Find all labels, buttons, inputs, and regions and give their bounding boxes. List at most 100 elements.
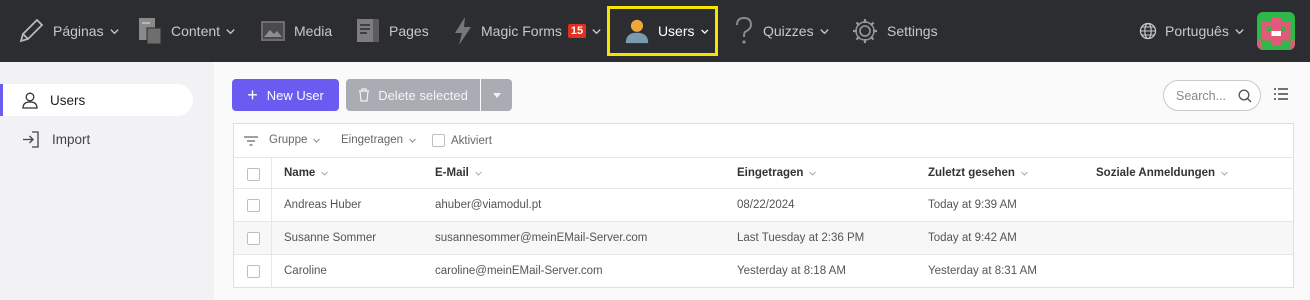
user-outline-icon (22, 92, 38, 109)
delete-selected-button[interactable]: Delete selected (346, 79, 480, 111)
column-header-soziale-anmeldungen[interactable]: Soziale Anmeldungen (1096, 167, 1229, 179)
media-icon (261, 21, 285, 41)
filter-icon (244, 136, 258, 146)
chevron-down-icon (409, 138, 416, 143)
sidebar-item-label: Users (50, 92, 86, 108)
nav-item-paginas[interactable]: Páginas (17, 0, 120, 62)
table-row[interactable]: Andreas Huber ahuber@viamodul.pt 08/22/2… (234, 189, 1293, 222)
cell-email: caroline@meinEMail-Server.com (435, 265, 603, 277)
chevron-down-icon (592, 28, 601, 34)
chevron-down-icon (809, 171, 817, 176)
sidebar-item-users[interactable]: Users (0, 84, 193, 116)
nav-label: Quizzes (763, 23, 814, 39)
chevron-down-icon (109, 28, 119, 34)
caret-down-icon (492, 92, 501, 98)
chevron-down-icon (819, 28, 829, 34)
sidebar: Users Import (0, 62, 214, 300)
select-all-checkbox[interactable] (247, 168, 260, 184)
column-label: Zuletzt gesehen (928, 167, 1015, 179)
cell-last-seen: Today at 9:42 AM (928, 232, 1017, 244)
nav-item-quizzes[interactable]: Quizzes (733, 0, 830, 62)
cell-last-seen: Today at 9:39 AM (928, 199, 1017, 211)
cell-registered: Yesterday at 8:18 AM (737, 265, 846, 277)
chevron-down-icon (226, 28, 235, 34)
filter-label: Aktiviert (451, 134, 492, 147)
filter-label: Eingetragen (341, 134, 404, 146)
table-row[interactable]: Caroline caroline@meinEMail-Server.com Y… (234, 255, 1293, 288)
user-icon (625, 19, 649, 44)
aktiviert-checkbox[interactable] (432, 134, 445, 147)
nav-label: Media (294, 23, 333, 39)
filter-bar: Gruppe Eingetragen Aktiviert (234, 124, 1293, 158)
gear-icon (853, 19, 877, 43)
column-header-name[interactable]: Name (284, 167, 329, 179)
table-row[interactable]: Susanne Sommer susannesommer@meinEMail-S… (234, 222, 1293, 255)
chevron-down-icon (321, 171, 329, 176)
avatar[interactable] (1257, 12, 1295, 50)
column-header-email[interactable]: E-Mail (435, 167, 483, 179)
cell-registered: 08/22/2024 (737, 199, 795, 211)
import-icon (23, 130, 39, 148)
content-icon (139, 18, 162, 45)
row-checkbox[interactable] (247, 232, 260, 248)
column-label: E-Mail (435, 167, 469, 179)
top-navigation: Páginas Content Media Pages Magic Forms … (0, 0, 1310, 62)
nav-label: Magic Forms (481, 23, 562, 39)
plus-icon: + (247, 85, 258, 105)
nav-label: Páginas (53, 23, 104, 39)
nav-item-settings[interactable]: Settings (851, 0, 938, 62)
cell-email: ahuber@viamodul.pt (435, 199, 542, 211)
trash-icon (359, 88, 370, 102)
cell-name: Susanne Sommer (284, 232, 377, 244)
cell-name: Andreas Huber (284, 199, 362, 211)
sidebar-item-import[interactable]: Import (0, 123, 193, 155)
nav-label: Pages (389, 23, 429, 39)
cell-email: susannesommer@meinEMail-Server.com (435, 232, 648, 244)
nav-label: Content (171, 23, 221, 39)
filter-aktiviert[interactable]: Aktiviert (432, 134, 492, 147)
nav-item-pages[interactable]: Pages (355, 0, 429, 62)
pages-icon (357, 19, 379, 42)
nav-label: Settings (887, 23, 938, 39)
nav-item-users[interactable]: Users (607, 6, 718, 56)
nav-label: Users (657, 23, 695, 39)
cell-registered: Last Tuesday at 2:36 PM (737, 232, 865, 244)
filter-gruppe[interactable]: Gruppe (269, 134, 321, 146)
list-view-icon[interactable] (1274, 88, 1288, 100)
users-table: Gruppe Eingetragen Aktiviert Name E-Mail (233, 123, 1294, 288)
column-header-zuletzt-gesehen[interactable]: Zuletzt gesehen (928, 167, 1029, 179)
new-user-label: New User (266, 87, 324, 103)
new-user-button[interactable]: + New User (232, 79, 339, 111)
sidebar-item-label: Import (52, 131, 91, 147)
nav-item-magic-forms[interactable]: Magic Forms 15 (453, 0, 602, 62)
delete-options-dropdown[interactable] (481, 79, 512, 111)
row-checkbox[interactable] (247, 265, 260, 281)
row-checkbox[interactable] (247, 199, 260, 215)
column-header-eingetragen[interactable]: Eingetragen (737, 167, 817, 179)
chevron-down-icon (1221, 171, 1228, 176)
nav-item-media[interactable]: Media (260, 0, 332, 62)
search-placeholder: Search... (1176, 88, 1227, 103)
delete-selected-label: Delete selected (378, 87, 468, 103)
chevron-down-icon (700, 28, 708, 34)
avatar-identicon (1257, 12, 1295, 50)
language-label: Português (1165, 23, 1229, 39)
main-content: + New User Delete selected Search... Gru… (214, 62, 1310, 300)
column-label: Eingetragen (737, 167, 804, 179)
search-input[interactable]: Search... (1163, 80, 1261, 111)
lightning-icon (455, 17, 471, 45)
chevron-down-icon (475, 171, 482, 176)
column-label: Soziale Anmeldungen (1096, 167, 1216, 179)
chevron-down-icon (1235, 28, 1244, 34)
language-selector[interactable]: Português (1139, 0, 1245, 62)
pencil-icon (19, 18, 44, 43)
globe-icon (1139, 22, 1157, 40)
cell-last-seen: Yesterday at 8:31 AM (928, 265, 1037, 277)
search-icon (1238, 89, 1252, 103)
table-header: Name E-Mail Eingetragen Zuletzt gesehen … (234, 158, 1293, 189)
notification-badge: 15 (567, 24, 587, 38)
nav-item-content[interactable]: Content (137, 0, 236, 62)
filter-eingetragen[interactable]: Eingetragen (341, 134, 417, 146)
cell-name: Caroline (284, 265, 327, 277)
chevron-down-icon (1021, 171, 1028, 176)
